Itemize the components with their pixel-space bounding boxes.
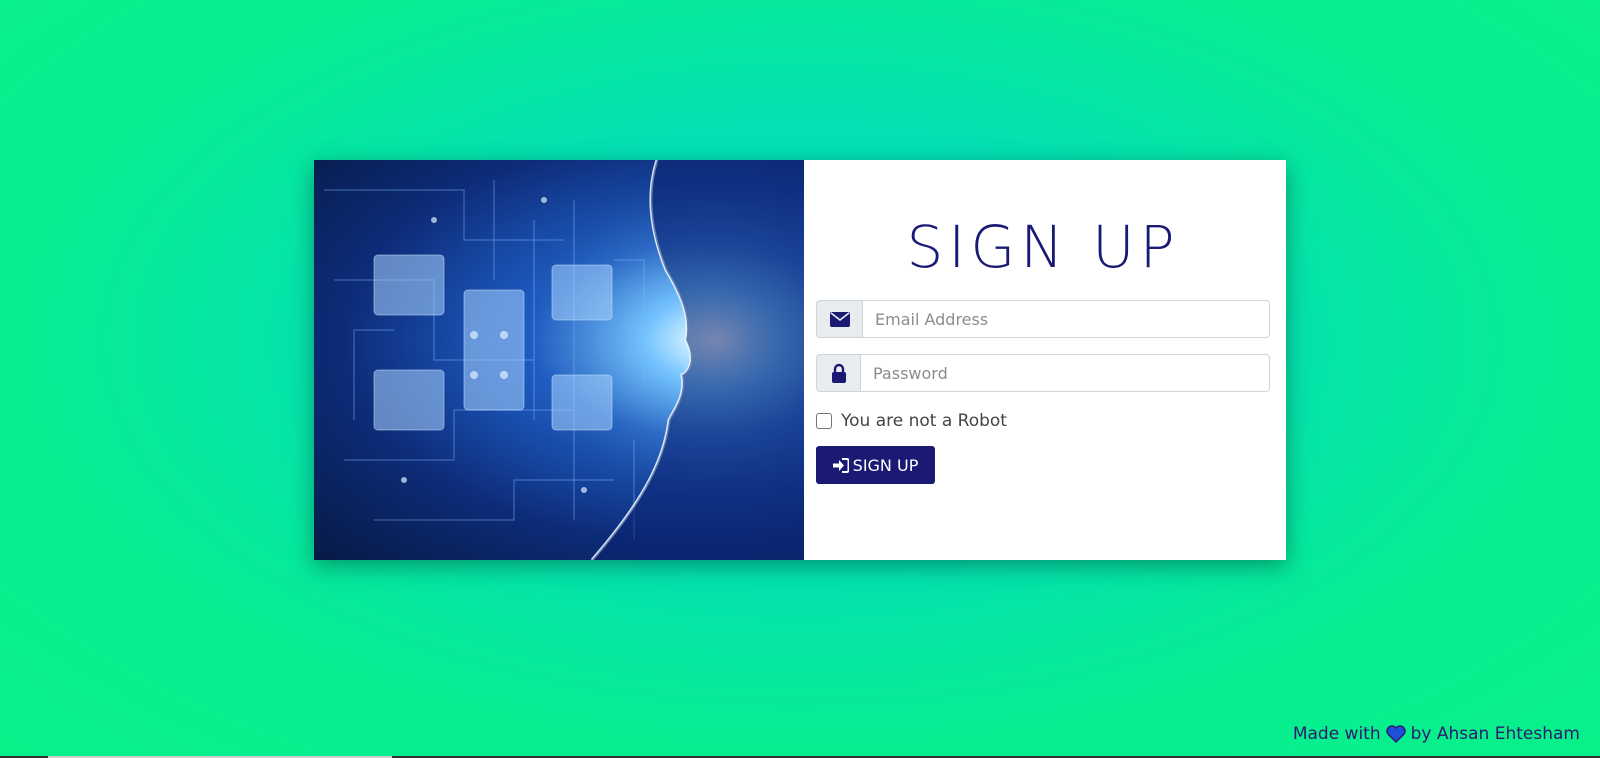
page-title: SIGN UP [906,213,1180,281]
password-addon [816,354,860,392]
email-addon [816,300,862,338]
envelope-icon [829,311,850,327]
credit-suffix: by Ahsan Ehtesham [1410,724,1580,744]
sign-in-icon [832,457,849,473]
email-group [816,300,1270,338]
lock-icon [831,363,846,383]
circuit-head-illustration [314,160,804,560]
signup-card: SIGN UP You are not a Robot [314,160,1286,560]
password-field[interactable] [860,354,1270,392]
password-group [816,354,1270,392]
credit-line: Made with by Ahsan Ehtesham [1293,724,1580,744]
robot-checkbox[interactable] [816,413,832,429]
signup-button-label: SIGN UP [852,455,919,475]
signup-form: SIGN UP You are not a Robot [804,160,1286,560]
signup-button[interactable]: SIGN UP [816,446,935,484]
robot-check-row: You are not a Robot [816,409,1270,433]
credit-prefix: Made with [1292,724,1381,744]
email-field[interactable] [862,300,1270,338]
robot-check-label: You are not a Robot [841,411,1007,431]
heart-icon [1385,725,1406,743]
hero-image [314,160,804,560]
